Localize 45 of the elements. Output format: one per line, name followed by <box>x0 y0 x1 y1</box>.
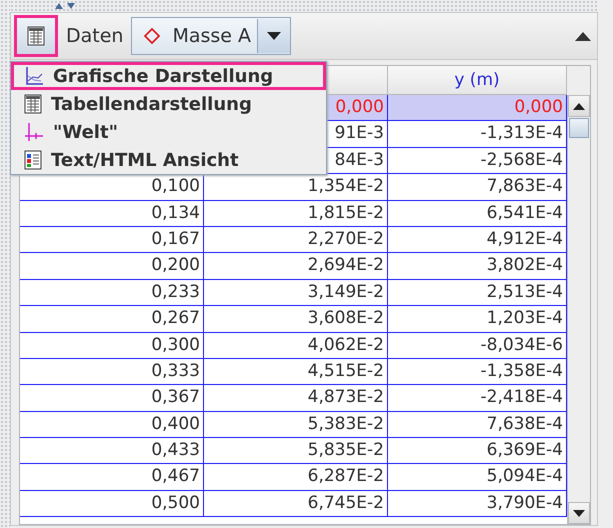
table-cell[interactable]: 0,500 <box>20 490 204 518</box>
crosshair-icon <box>24 122 44 142</box>
table-cell[interactable]: 0,267 <box>20 306 204 333</box>
column-header[interactable]: y (m) <box>388 66 567 95</box>
view-mode-button[interactable] <box>14 15 58 57</box>
scrollbar[interactable] <box>567 95 590 524</box>
table-cell[interactable]: 5,835E-2 <box>204 438 388 464</box>
table-cell[interactable]: 3,149E-2 <box>204 280 388 306</box>
data-label: Daten <box>66 25 124 47</box>
table-cell[interactable]: 0,400 <box>20 412 204 438</box>
table-cell[interactable]: 0,200 <box>20 253 204 280</box>
table-cell[interactable]: 0,467 <box>20 464 204 491</box>
table-cell[interactable]: 0,300 <box>20 332 204 359</box>
table-cell[interactable]: 0,367 <box>20 385 204 412</box>
menu-item[interactable]: Tabellendarstellung <box>11 90 326 118</box>
table-cell[interactable]: 3,608E-2 <box>204 306 388 333</box>
table-cell[interactable]: 2,694E-2 <box>204 253 388 280</box>
table-cell[interactable]: 6,745E-2 <box>204 490 388 518</box>
menu-item[interactable]: "Welt" <box>11 118 326 146</box>
collapse-arrows-icon[interactable] <box>54 2 78 10</box>
table-cell[interactable]: 0,333 <box>20 358 204 386</box>
scroll-down-icon[interactable] <box>573 510 585 516</box>
scroll-up-icon[interactable] <box>573 102 585 110</box>
table-cell[interactable]: 4,062E-2 <box>204 332 388 359</box>
table-cell[interactable]: 0,233 <box>20 280 204 306</box>
object-dropdown[interactable]: Masse A <box>131 17 292 55</box>
table-cell[interactable]: 0,167 <box>20 226 204 254</box>
menu-item[interactable]: Grafische Darstellung <box>11 62 326 90</box>
table-cell[interactable]: 0,134 <box>20 200 204 227</box>
document-icon <box>24 150 42 170</box>
diamond-icon <box>144 28 160 44</box>
table-cell[interactable]: 6,287E-2 <box>204 464 388 491</box>
menu-item[interactable]: Text/HTML Ansicht <box>11 146 326 174</box>
table-icon <box>27 26 45 46</box>
table-cell[interactable]: 2,270E-2 <box>204 226 388 254</box>
dropdown-arrow-icon <box>267 32 282 40</box>
table-cell[interactable]: 4,873E-2 <box>204 385 388 412</box>
graph-axes-icon <box>24 66 44 86</box>
collapse-icon[interactable] <box>575 32 591 40</box>
scroll-thumb[interactable] <box>569 118 589 138</box>
table-cell[interactable]: 4,515E-2 <box>204 358 388 386</box>
table-cell[interactable]: 0,433 <box>20 438 204 464</box>
table-cell[interactable]: 5,383E-2 <box>204 412 388 438</box>
table-cell[interactable]: 1,815E-2 <box>204 200 388 227</box>
table-icon <box>24 94 42 114</box>
